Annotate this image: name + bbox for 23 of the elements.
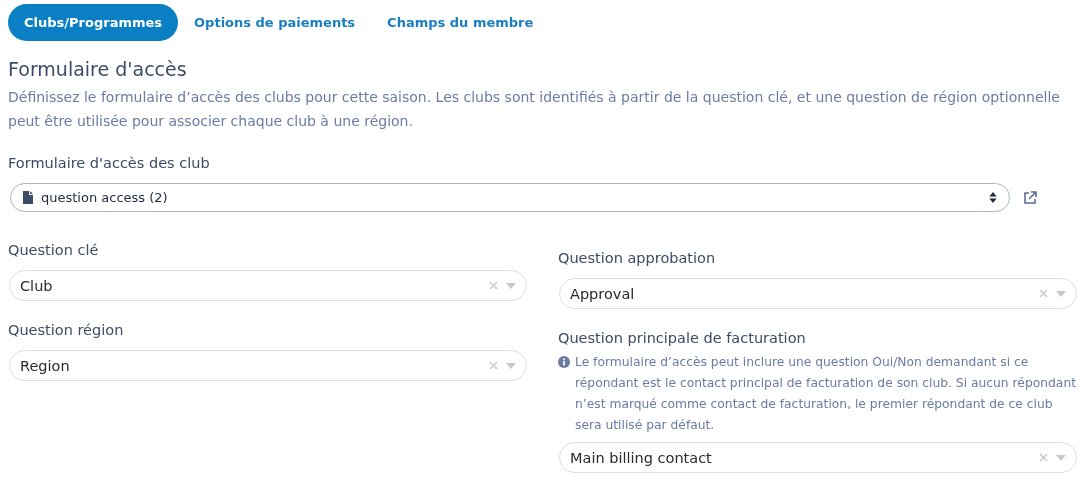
field-label: Question approbation bbox=[558, 250, 717, 268]
caret-icon[interactable] bbox=[1056, 290, 1066, 297]
clear-icon[interactable] bbox=[489, 281, 498, 290]
sort-icon bbox=[989, 192, 997, 203]
tab[interactable]: Champs du membre bbox=[371, 4, 550, 41]
tab[interactable]: Options de paiements bbox=[178, 4, 372, 41]
field-label: Question principale de facturation bbox=[558, 330, 807, 348]
help-text: Le formulaire d’accès peut inclure une question Oui/Non demandant si ce répondant est le contact principal de facturation de son club. Si aucun répondant n’est marqué comme contact de facturation, le premier répondant de ce club sera utilisé par défaut. bbox=[575, 354, 1077, 434]
info-icon bbox=[558, 356, 570, 368]
caret-icon[interactable] bbox=[506, 282, 516, 289]
file-icon bbox=[23, 191, 33, 204]
clear-icon[interactable] bbox=[1039, 289, 1048, 298]
clear-icon[interactable] bbox=[1039, 453, 1048, 462]
clear-icon[interactable] bbox=[489, 361, 498, 370]
field-label: Question clé bbox=[8, 242, 100, 260]
external-link-icon[interactable] bbox=[1023, 190, 1037, 205]
section-title: Formulaire d'accès bbox=[8, 58, 188, 80]
field-label: Question région bbox=[8, 322, 125, 340]
tab[interactable]: Clubs/Programmes bbox=[8, 4, 179, 41]
section-description: Définissez le formulaire d’accès des clubs pour cette saison. Les clubs sont identifiés à partir de la question clé, et une question de région optionnelle peut être utilisée pour associer chaque club à une région. bbox=[8, 88, 1061, 131]
field-label: Formulaire d'accès des club bbox=[8, 155, 211, 173]
caret-icon[interactable] bbox=[1056, 454, 1066, 461]
caret-icon[interactable] bbox=[506, 362, 516, 369]
